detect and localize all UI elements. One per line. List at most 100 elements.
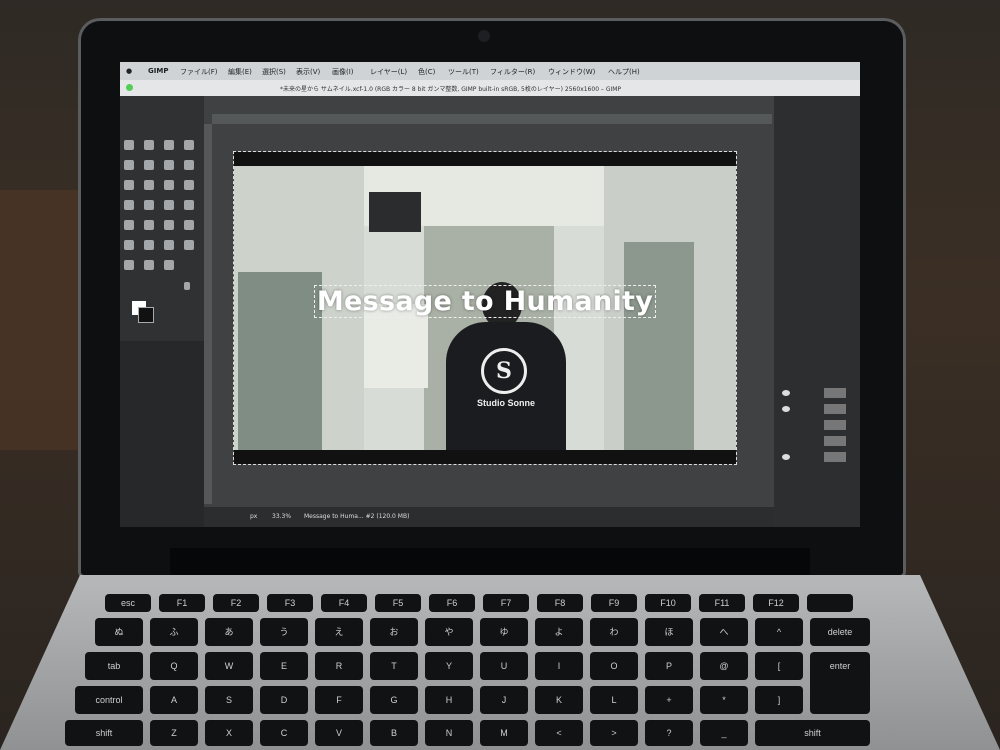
tool-icon[interactable] [164, 220, 174, 230]
key[interactable]: W [205, 652, 253, 680]
menu-view[interactable]: 表示(V) [296, 67, 320, 77]
key[interactable]: A [150, 686, 198, 714]
key[interactable]: ? [645, 720, 693, 746]
eye-icon[interactable] [782, 390, 790, 396]
tool-icon[interactable] [144, 140, 154, 150]
eye-icon[interactable] [782, 406, 790, 412]
tool-icon[interactable] [144, 200, 154, 210]
tool-icon[interactable] [124, 200, 134, 210]
key[interactable]: C [260, 720, 308, 746]
key[interactable]: J [480, 686, 528, 714]
menu-image[interactable]: 画像(I) [332, 67, 354, 77]
key[interactable]: ふ [150, 618, 198, 646]
headline-text[interactable]: Message to Humanity [313, 285, 657, 318]
key[interactable]: * [700, 686, 748, 714]
key[interactable]: K [535, 686, 583, 714]
key[interactable]: え [315, 618, 363, 646]
key[interactable]: ^ [755, 618, 803, 646]
tool-icon[interactable] [184, 180, 194, 190]
layer-thumbnail[interactable] [824, 404, 846, 414]
app-menu[interactable]: GIMP [148, 67, 168, 75]
tool-icon[interactable] [144, 160, 154, 170]
key-f2[interactable]: F2 [213, 594, 259, 612]
key[interactable]: _ [700, 720, 748, 746]
tool-icon[interactable] [124, 220, 134, 230]
key[interactable]: Q [150, 652, 198, 680]
tool-icon[interactable] [124, 240, 134, 250]
key[interactable]: B [370, 720, 418, 746]
key[interactable]: ぬ [95, 618, 143, 646]
key-esc[interactable]: esc [105, 594, 151, 612]
key[interactable]: S [205, 686, 253, 714]
menu-help[interactable]: ヘルプ(H) [608, 67, 640, 77]
tool-icon[interactable] [164, 180, 174, 190]
tool-icon[interactable] [144, 260, 154, 270]
key-enter[interactable]: enter [810, 652, 870, 714]
key[interactable]: M [480, 720, 528, 746]
key-f5[interactable]: F5 [375, 594, 421, 612]
key-shift-left[interactable]: shift [65, 720, 143, 746]
background-color-swatch[interactable] [138, 307, 154, 323]
key-f9[interactable]: F9 [591, 594, 637, 612]
tool-icon[interactable] [184, 240, 194, 250]
key-f8[interactable]: F8 [537, 594, 583, 612]
key[interactable]: ] [755, 686, 803, 714]
key[interactable]: H [425, 686, 473, 714]
tool-icon[interactable] [184, 160, 194, 170]
window-control-icon[interactable] [126, 84, 133, 91]
key[interactable]: > [590, 720, 638, 746]
key[interactable]: [ [755, 652, 803, 680]
image-canvas[interactable]: S Studio Sonne Message to Humanity [233, 151, 737, 465]
canvas-area[interactable]: S Studio Sonne Message to Humanity [204, 96, 774, 527]
key[interactable]: あ [205, 618, 253, 646]
key[interactable]: ほ [645, 618, 693, 646]
eye-icon[interactable] [782, 454, 790, 460]
tool-icon[interactable] [164, 240, 174, 250]
key-f11[interactable]: F11 [699, 594, 745, 612]
key-f6[interactable]: F6 [429, 594, 475, 612]
tool-icon[interactable] [124, 180, 134, 190]
key-f7[interactable]: F7 [483, 594, 529, 612]
layer-thumbnail[interactable] [824, 436, 846, 446]
layer-thumbnail[interactable] [824, 420, 846, 430]
key[interactable]: U [480, 652, 528, 680]
tool-icon[interactable] [124, 160, 134, 170]
key-power[interactable] [807, 594, 853, 612]
key[interactable]: や [425, 618, 473, 646]
key-f1[interactable]: F1 [159, 594, 205, 612]
key[interactable]: う [260, 618, 308, 646]
tool-icon[interactable] [164, 160, 174, 170]
menu-windows[interactable]: ウィンドウ(W) [548, 67, 595, 77]
unit-select[interactable]: px [250, 513, 257, 520]
tool-icon[interactable] [144, 180, 154, 190]
apple-icon[interactable]: ● [126, 67, 132, 75]
key-f12[interactable]: F12 [753, 594, 799, 612]
key[interactable]: N [425, 720, 473, 746]
headline-text-layer[interactable]: Message to Humanity [234, 285, 736, 318]
key-f3[interactable]: F3 [267, 594, 313, 612]
tool-icon[interactable] [144, 220, 154, 230]
tool-icon[interactable] [164, 200, 174, 210]
key[interactable]: I [535, 652, 583, 680]
key[interactable]: E [260, 652, 308, 680]
key[interactable]: L [590, 686, 638, 714]
key[interactable]: Z [150, 720, 198, 746]
tool-icon[interactable] [184, 220, 194, 230]
key[interactable]: お [370, 618, 418, 646]
tool-icon[interactable] [164, 140, 174, 150]
tool-icon[interactable] [124, 140, 134, 150]
key[interactable]: Y [425, 652, 473, 680]
key[interactable]: V [315, 720, 363, 746]
menu-filters[interactable]: フィルター(R) [490, 67, 535, 77]
menu-colors[interactable]: 色(C) [418, 67, 435, 77]
menu-tools[interactable]: ツール(T) [448, 67, 479, 77]
key-shift-right[interactable]: shift [755, 720, 870, 746]
tool-icon[interactable] [184, 140, 194, 150]
layer-thumbnail[interactable] [824, 388, 846, 398]
menu-file[interactable]: ファイル(F) [180, 67, 218, 77]
key[interactable]: T [370, 652, 418, 680]
tool-icon[interactable] [144, 240, 154, 250]
key[interactable]: よ [535, 618, 583, 646]
key-f10[interactable]: F10 [645, 594, 691, 612]
menu-layer[interactable]: レイヤー(L) [370, 67, 407, 77]
